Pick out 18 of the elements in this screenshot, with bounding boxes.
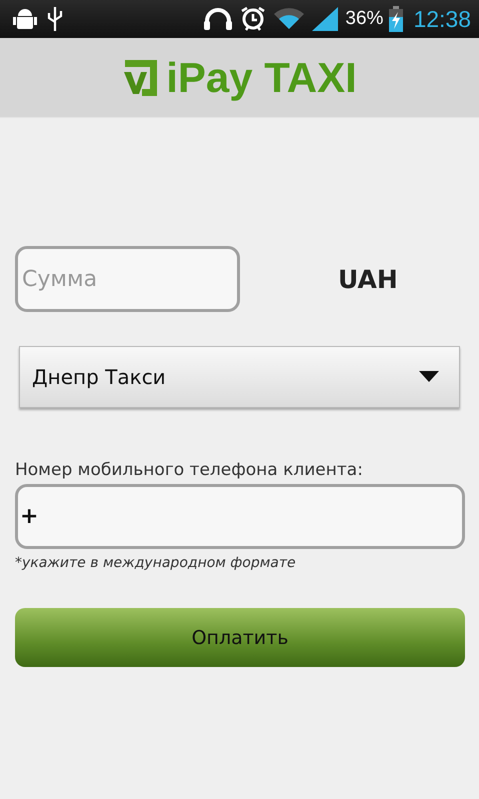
android-icon [12, 7, 38, 31]
dropdown-arrow-icon [419, 371, 439, 383]
battery-charging-icon [389, 6, 404, 32]
pay-button[interactable]: Оплатить [15, 608, 465, 667]
signal-icon [311, 6, 340, 32]
taxi-dropdown[interactable]: Днепр Такси [19, 346, 460, 408]
app-logo-text: iPay TAXI [166, 54, 357, 102]
currency-label: UAH [338, 264, 398, 294]
wifi-icon [273, 7, 306, 31]
phone-field[interactable]: + [15, 484, 465, 549]
usb-icon [46, 6, 64, 32]
alarm-icon [239, 6, 268, 32]
amount-field[interactable]: Сумма [15, 246, 240, 312]
clock-time: 12:38 [413, 6, 471, 32]
phone-hint: *укажите в международном формате [15, 555, 297, 571]
phone-label: Номер мобильного телефона клиента: [15, 460, 364, 480]
headphones-icon [203, 7, 234, 31]
battery-percent: 36% [345, 8, 384, 30]
